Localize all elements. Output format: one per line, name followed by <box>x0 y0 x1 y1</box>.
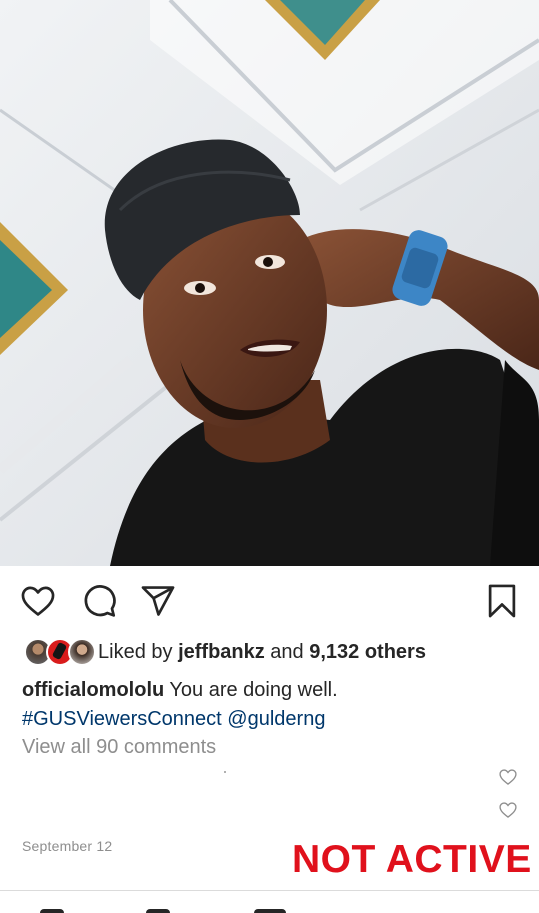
save-button[interactable] <box>483 582 521 620</box>
paper-plane-icon <box>141 586 175 616</box>
liker-avatars <box>24 637 98 667</box>
bookmark-icon <box>488 584 516 618</box>
comment-like-button[interactable] <box>498 800 518 820</box>
caption-hashtag[interactable]: #GUSViewersConnect <box>22 708 222 730</box>
likes-summary[interactable]: Liked by jeffbankz and 9,132 others <box>24 636 426 668</box>
likes-text: Liked by jeffbankz and 9,132 others <box>98 641 426 664</box>
heart-outline-icon <box>499 769 517 785</box>
heart-outline-icon <box>499 802 517 818</box>
avatar <box>68 638 96 666</box>
post-photo[interactable] <box>0 0 539 566</box>
likes-others-count[interactable]: 9,132 others <box>309 641 426 663</box>
view-all-comments-link[interactable]: View all 90 comments <box>22 736 216 759</box>
add-post-icon[interactable] <box>254 909 286 913</box>
search-icon[interactable] <box>146 909 170 913</box>
post-date: September 12 <box>22 838 113 854</box>
post-action-bar <box>0 566 539 632</box>
heart-outline-icon <box>21 586 55 616</box>
like-button[interactable] <box>19 582 57 620</box>
caption-text: You are doing well. <box>164 679 338 701</box>
share-button[interactable] <box>139 582 177 620</box>
post-caption: officialomololu You are doing well. #GUS… <box>22 676 517 734</box>
home-icon[interactable] <box>40 909 64 913</box>
post-photo-illustration <box>0 0 539 566</box>
likes-prefix: Liked by <box>98 640 179 663</box>
comment-bubble-icon <box>84 585 116 617</box>
caption-mention[interactable]: @gulderng <box>227 708 325 730</box>
comment-button[interactable] <box>80 582 118 620</box>
comment-row <box>22 798 522 820</box>
not-active-stamp: NOT ACTIVE <box>292 838 532 881</box>
comment-row <box>22 765 522 787</box>
likes-middle: and <box>264 640 310 663</box>
caption-username[interactable]: officialomololu <box>22 679 164 701</box>
bottom-navigation <box>0 890 539 913</box>
comment-placeholder <box>224 771 226 773</box>
comment-like-button[interactable] <box>498 767 518 787</box>
liker-username[interactable]: jeffbankz <box>178 641 265 663</box>
